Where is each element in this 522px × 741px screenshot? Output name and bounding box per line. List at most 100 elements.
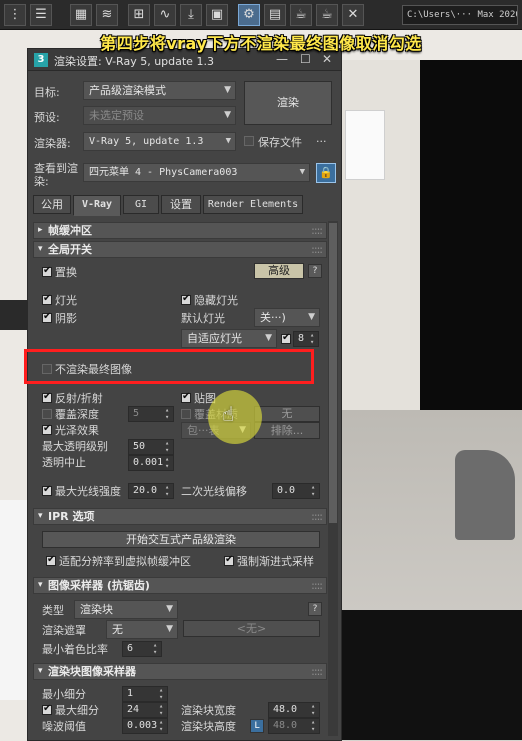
adaptive-lights-dropdown[interactable]: 自适应灯光 ▼	[181, 329, 277, 348]
rollout-ipr[interactable]: IPR 选项::::	[33, 508, 327, 525]
target-label: 目标:	[34, 86, 60, 99]
render-mask-value: 无	[112, 623, 123, 636]
fit-resolution-label: 适配分辨率到虚拟帧缓冲区	[59, 555, 191, 568]
default-lights-dropdown[interactable]: 关···) ▼	[254, 308, 320, 327]
max-subdiv-value[interactable]: 24	[122, 702, 168, 718]
max-transp-value[interactable]: 50	[128, 439, 174, 455]
max-ray-value[interactable]: 20.0	[128, 483, 174, 499]
sampler-type-dropdown[interactable]: 渲染块 ▼	[74, 600, 178, 619]
lights-checkbox[interactable]	[42, 293, 52, 305]
render-frame-icon[interactable]: ▤	[264, 3, 286, 26]
override-mtl-button[interactable]: 无	[254, 406, 320, 422]
hidden-lights-checkbox[interactable]	[181, 293, 191, 305]
layers-icon[interactable]: ≋	[96, 3, 118, 26]
start-ipr-button[interactable]: 开始交互式产品级渲染	[42, 531, 320, 548]
table-icon[interactable]: ▦	[70, 3, 92, 26]
secondary-bias-value[interactable]: 0.0	[272, 483, 320, 499]
force-progressive-checkbox[interactable]	[224, 554, 234, 566]
lights-label: 灯光	[55, 294, 77, 307]
bucket-height-value[interactable]: 48.0	[268, 718, 320, 734]
lock-icon[interactable]: 🔒	[316, 163, 336, 183]
fit-resolution-checkbox[interactable]	[46, 554, 56, 566]
noise-threshold-value[interactable]: 0.003	[122, 718, 168, 734]
grid-icon[interactable]: ⊞	[128, 3, 150, 26]
max-ray-checkbox[interactable]	[42, 484, 52, 496]
tab-settings[interactable]: 设置	[161, 195, 201, 214]
rollout-global-switches[interactable]: 全局开关::::	[33, 241, 327, 258]
bucket-width-label: 渲染块宽度	[181, 704, 236, 717]
bucket-height-lock-button[interactable]: L	[250, 719, 264, 733]
frame-icon[interactable]: ▣	[206, 3, 228, 26]
override-depth-checkbox[interactable]	[42, 409, 52, 419]
render-teapot-icon[interactable]: ☕	[316, 3, 338, 26]
displacement-checkbox[interactable]	[42, 265, 52, 277]
close-icon[interactable]: ✕	[342, 3, 364, 26]
preset-dropdown[interactable]: 未选定预设 ▼	[83, 106, 236, 125]
teapot-icon[interactable]: ☕	[290, 3, 312, 26]
adaptive-lights-checkbox[interactable]	[281, 332, 291, 344]
adaptive-lights-count[interactable]: 8	[293, 331, 319, 347]
render-setup-icon[interactable]: ⚙	[238, 3, 260, 26]
save-file-checkbox[interactable]	[244, 136, 254, 146]
render-button[interactable]: 渲染	[244, 81, 332, 125]
reflection-checkbox[interactable]	[42, 391, 52, 403]
max-subdiv-label: 最大细分	[55, 704, 99, 717]
chevron-down-icon: ▼	[166, 604, 173, 614]
hand-cursor-icon: ☝	[222, 402, 235, 426]
minimize-icon[interactable]: —	[276, 52, 288, 66]
target-value: 产品级渲染模式	[89, 84, 166, 97]
download-icon[interactable]: ⤓	[180, 3, 202, 26]
close-dialog-button[interactable]: ✕	[322, 52, 332, 66]
sampler-help-button[interactable]: ?	[308, 602, 322, 616]
renderer-dropdown[interactable]: V-Ray 5, update 1.3 ▼	[83, 132, 236, 151]
secondary-bias-label: 二次光线偏移	[181, 485, 247, 498]
rollout-bucket-sampler[interactable]: 渲染块图像采样器::::	[33, 663, 327, 680]
render-mask-dropdown[interactable]: 无 ▼	[106, 620, 178, 639]
chevron-down-icon: ▼	[265, 333, 272, 343]
toolbar-icon-1[interactable]: ⋮	[4, 3, 26, 26]
wave-icon[interactable]: ∿	[154, 3, 176, 26]
noise-threshold-label: 噪波阈值	[42, 720, 86, 733]
chevron-down-icon: ▼	[308, 312, 315, 322]
help-button[interactable]: ?	[308, 264, 322, 278]
min-shading-value[interactable]: 6	[122, 641, 162, 657]
max-subdiv-checkbox[interactable]	[42, 703, 52, 715]
bucket-width-value[interactable]: 48.0	[268, 702, 320, 718]
override-mtl-checkbox[interactable]	[181, 409, 191, 419]
hidden-lights-label: 隐藏灯光	[194, 294, 238, 307]
advanced-button[interactable]: 高级	[254, 263, 304, 279]
glossy-checkbox[interactable]	[42, 423, 52, 435]
scene-black-area	[330, 610, 522, 740]
min-subdiv-value[interactable]: 1	[122, 686, 168, 702]
tab-vray[interactable]: V-Ray	[73, 195, 121, 216]
transp-cutoff-value[interactable]: 0.001	[128, 455, 174, 471]
view-value: 四元菜单 4 - PhysCamera003	[89, 167, 238, 178]
override-depth-value[interactable]: 5	[128, 406, 174, 422]
rollout-frame-buffer[interactable]: 帧缓冲区::::	[33, 222, 327, 239]
shadows-checkbox[interactable]	[42, 311, 52, 323]
rollout-image-sampler[interactable]: 图像采样器 (抗锯齿)::::	[33, 577, 327, 594]
maps-checkbox[interactable]	[181, 391, 191, 403]
render-mask-label: 渲染遮罩	[42, 624, 86, 637]
tab-gi[interactable]: GI	[123, 195, 159, 214]
view-dropdown[interactable]: 四元菜单 4 - PhysCamera003 ▼	[83, 163, 310, 182]
rollout-frame-buffer-label: 帧缓冲区	[48, 224, 92, 237]
highlight-box	[24, 349, 314, 384]
reflection-label: 反射/折射	[55, 392, 103, 405]
rollout-grip: ::::	[311, 510, 323, 523]
tab-common[interactable]: 公用	[33, 195, 71, 214]
glossy-label: 光泽效果	[55, 424, 99, 437]
rollout-global-label: 全局开关	[48, 243, 92, 256]
tab-render-elements[interactable]: Render Elements	[203, 195, 303, 214]
mask-object-button[interactable]: <无>	[183, 620, 320, 637]
maximize-icon[interactable]: ☐	[300, 52, 311, 66]
renderer-label: 渲染器:	[34, 137, 71, 150]
scrollbar-thumb[interactable]	[329, 223, 337, 523]
target-dropdown[interactable]: 产品级渲染模式 ▼	[83, 81, 236, 100]
list-icon[interactable]: ☰	[30, 3, 52, 26]
panel-scrollbar[interactable]	[328, 221, 338, 736]
chevron-down-icon: ▼	[224, 85, 231, 95]
save-file-browse[interactable]: ...	[316, 132, 327, 145]
exclude-button[interactable]: 排除...	[254, 422, 320, 439]
max-ray-label: 最大光线强度	[55, 485, 121, 498]
